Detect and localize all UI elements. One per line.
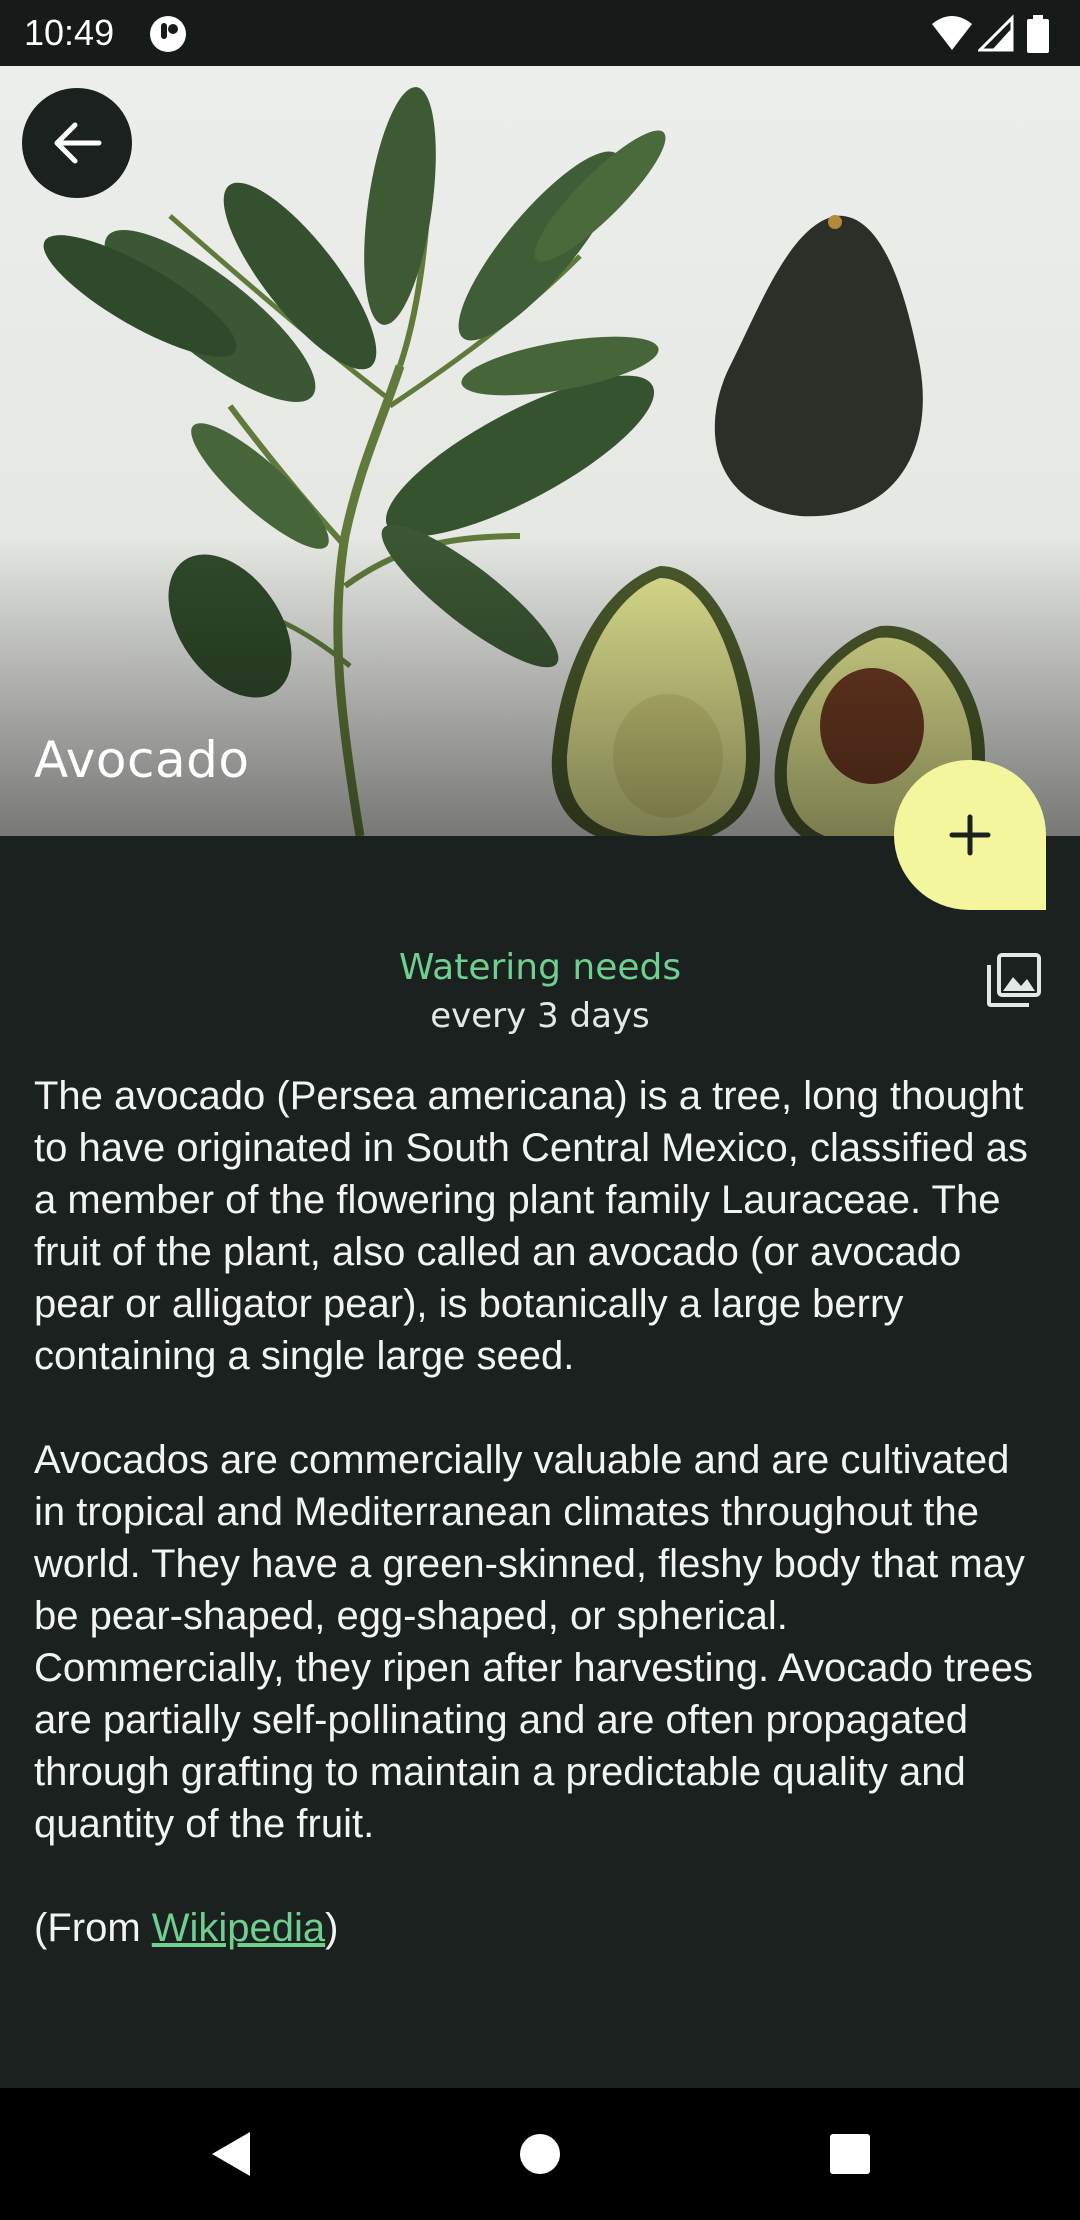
nav-back-button[interactable] bbox=[200, 2124, 260, 2184]
plant-title: Avocado bbox=[34, 731, 250, 789]
gallery-button[interactable] bbox=[982, 948, 1046, 1012]
back-triangle-icon bbox=[212, 2132, 250, 2176]
description-paragraph-1: The avocado (Persea americana) is a tree… bbox=[34, 1074, 1028, 1378]
hero-image bbox=[0, 66, 1080, 836]
add-plant-button[interactable] bbox=[894, 760, 1046, 910]
description-paragraph-2: Avocados are commercially valuable and a… bbox=[34, 1438, 1033, 1846]
nav-home-button[interactable] bbox=[510, 2124, 570, 2184]
status-bar: 10:49 bbox=[0, 0, 1080, 66]
watering-label: Watering needs bbox=[398, 947, 682, 988]
plus-icon bbox=[949, 814, 991, 856]
arrow-left-icon bbox=[54, 122, 102, 164]
cell-signal-icon bbox=[978, 14, 1014, 52]
source-suffix: ) bbox=[325, 1906, 339, 1950]
source-line: (From Wikipedia) bbox=[34, 1902, 1044, 1954]
system-nav-bar bbox=[0, 2088, 1080, 2220]
nav-recents-button[interactable] bbox=[820, 2124, 880, 2184]
watering-value: every 3 days bbox=[430, 996, 650, 1036]
plant-description: The avocado (Persea americana) is a tree… bbox=[34, 1070, 1044, 2006]
back-button[interactable] bbox=[22, 88, 132, 198]
wikipedia-link[interactable]: Wikipedia bbox=[152, 1906, 325, 1950]
photo-library-icon bbox=[987, 953, 1041, 1007]
battery-icon bbox=[1027, 15, 1049, 53]
home-circle-icon bbox=[520, 2134, 560, 2174]
status-time: 10:49 bbox=[24, 12, 115, 53]
app-notification-icon bbox=[148, 14, 188, 54]
recents-square-icon bbox=[830, 2134, 870, 2174]
status-icons bbox=[930, 14, 1060, 54]
watering-section: Watering needs every 3 days bbox=[0, 946, 1080, 1038]
source-prefix: (From bbox=[34, 1906, 152, 1950]
wifi-icon bbox=[932, 16, 972, 50]
